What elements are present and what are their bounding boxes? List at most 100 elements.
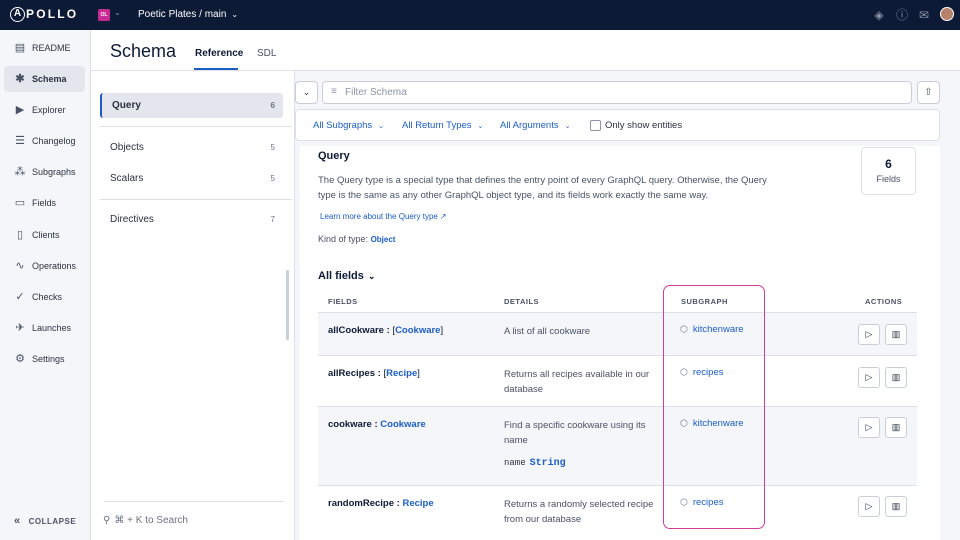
run-in-explorer-button[interactable]: ▷ xyxy=(858,367,880,388)
argument-type-link[interactable]: String xyxy=(530,458,566,469)
sidebar-item-launches[interactable]: ✈ Launches xyxy=(4,315,85,341)
table-row: allCookware : [Cookware] A list of all c… xyxy=(318,312,917,355)
all-fields-toggle[interactable]: All fields ⌄ xyxy=(318,270,375,282)
sidebar-item-explorer[interactable]: ▶ Explorer xyxy=(4,97,85,123)
arguments-dropdown[interactable]: All Arguments ⌄ xyxy=(500,120,571,131)
subgraph-link[interactable]: ⬡ kitchenware xyxy=(680,418,744,429)
chevron-down-icon: ⌄ xyxy=(564,123,571,130)
chevron-down-icon: ⌄ xyxy=(367,271,376,281)
entities-checkbox[interactable] xyxy=(590,120,601,131)
return-types-dropdown[interactable]: All Return Types ⌄ xyxy=(402,120,483,131)
type-count: 5 xyxy=(270,174,275,183)
type-count: 6 xyxy=(270,101,275,110)
run-in-explorer-button[interactable]: ▷ xyxy=(858,417,880,438)
list-close-bracket: ] xyxy=(417,368,420,379)
learn-more-text: Learn more about the Query type xyxy=(320,212,438,221)
share-button[interactable]: ⇧ xyxy=(917,81,940,104)
explorer-icon: ▶ xyxy=(15,104,25,116)
filter-schema-input[interactable] xyxy=(345,85,905,100)
sidebar-item-label: Changelog xyxy=(32,136,76,146)
type-item-directives[interactable]: Directives 7 xyxy=(100,207,283,232)
cube-icon: ⬡ xyxy=(680,497,688,507)
announcement-icon[interactable]: ✉ xyxy=(916,7,932,23)
help-icon[interactable]: ⓘ xyxy=(894,7,910,23)
sidebar-item-label: README xyxy=(32,43,71,53)
field-type-link[interactable]: Recipe xyxy=(402,498,433,509)
fields-count: 6 xyxy=(885,157,892,171)
sidebar-item-changelog[interactable]: ☰ Changelog xyxy=(4,128,85,154)
field-type-link[interactable]: Recipe xyxy=(386,368,417,379)
subgraph-link[interactable]: ⬡ recipes xyxy=(680,367,723,378)
argument: name String xyxy=(504,458,566,469)
run-in-explorer-button[interactable]: ▷ xyxy=(858,324,880,345)
sidebar-item-fields[interactable]: ▭ Fields xyxy=(4,190,85,216)
field-insights-button[interactable]: ▥ xyxy=(885,324,907,345)
field-type-link[interactable]: Cookware xyxy=(380,419,425,430)
subgraphs-dropdown[interactable]: All Subgraphs ⌄ xyxy=(313,120,384,131)
org-chevron-down-icon[interactable]: ⌄ xyxy=(114,8,121,17)
type-item-objects[interactable]: Objects 5 xyxy=(100,135,283,160)
column-header-details: DETAILS xyxy=(504,297,540,306)
filter-icon: ≡ xyxy=(331,86,337,97)
subgraph-link[interactable]: ⬡ kitchenware xyxy=(680,324,744,335)
apollo-logo[interactable]: A POLLO xyxy=(10,7,79,23)
graph-switcher[interactable]: Poetic Plates / main ⌄ xyxy=(138,9,238,20)
type-label: Objects xyxy=(110,142,144,153)
subgraph-name: recipes xyxy=(692,367,724,378)
field-description: Find a specific cookware using its name xyxy=(504,420,646,446)
search-shortcut-hint[interactable]: ⚲ ⌘ + K to Search xyxy=(103,515,192,526)
type-item-scalars[interactable]: Scalars 5 xyxy=(100,166,283,191)
org-badge[interactable]: OL xyxy=(98,9,110,21)
dropdown-label: All Subgraphs xyxy=(313,120,373,131)
column-header-subgraph: SUBGRAPH xyxy=(681,297,728,306)
field-insights-button[interactable]: ▥ xyxy=(885,417,907,438)
apollo-logo-icon: A xyxy=(10,7,25,23)
tab-sdl[interactable]: SDL xyxy=(257,48,276,59)
learn-more-link[interactable]: Learn more about the Query type ↗ xyxy=(318,211,447,222)
kind-of-type: Kind of type: Object xyxy=(318,234,395,244)
type-count: 5 xyxy=(270,143,275,152)
divider xyxy=(100,126,292,127)
schema-icon: ✱ xyxy=(15,73,25,85)
list-close-bracket: ] xyxy=(440,325,444,336)
play-icon: ▷ xyxy=(865,422,873,432)
sidebar-item-checks[interactable]: ✓ Checks xyxy=(4,284,85,310)
chevron-down-icon: ⌄ xyxy=(302,87,311,97)
filter-schema-field[interactable]: ≡ xyxy=(322,81,912,104)
sidebar-item-subgraphs[interactable]: ⁂ Subgraphs xyxy=(4,159,85,185)
sidebar-item-label: Checks xyxy=(32,292,63,302)
table-row: allRecipes : [Recipe] Returns all recipe… xyxy=(318,355,917,406)
insights-icon: ▥ xyxy=(891,372,901,382)
field-description: Returns a randomly selected recipe from … xyxy=(504,499,654,525)
apollo-logo-text: POLLO xyxy=(26,7,79,21)
readme-icon: ▤ xyxy=(14,42,26,54)
collapse-panel-button[interactable]: ⌄ xyxy=(295,81,318,104)
fields-icon: ▭ xyxy=(14,197,26,209)
sidebar-item-readme[interactable]: ▤ README xyxy=(4,35,85,61)
tab-reference[interactable]: Reference xyxy=(195,48,243,59)
learn-icon[interactable]: ◈ xyxy=(871,7,887,23)
page-header: Schema Reference SDL xyxy=(91,30,960,71)
user-avatar[interactable] xyxy=(940,7,954,21)
sidebar-item-label: Clients xyxy=(32,230,60,240)
field-name-text: allCookware xyxy=(328,325,384,336)
all-fields-label: All fields xyxy=(318,270,364,282)
sidebar-item-settings[interactable]: ⚙ Settings xyxy=(4,346,85,372)
field-insights-button[interactable]: ▥ xyxy=(885,496,907,517)
field-type-link[interactable]: Cookware xyxy=(395,325,440,336)
scrollbar-thumb[interactable] xyxy=(286,270,289,340)
collapse-label: COLLAPSE xyxy=(28,517,77,526)
type-item-query[interactable]: Query 6 xyxy=(100,93,283,118)
sidebar-item-operations[interactable]: ∿ Operations xyxy=(4,253,85,279)
collapse-sidebar-button[interactable]: « COLLAPSE xyxy=(14,515,76,527)
field-insights-button[interactable]: ▥ xyxy=(885,367,907,388)
table-row: cookware : Cookware Find a specific cook… xyxy=(318,406,917,485)
subgraph-link[interactable]: ⬡ recipes xyxy=(680,497,723,508)
dropdown-label: All Arguments xyxy=(500,120,559,131)
run-in-explorer-button[interactable]: ▷ xyxy=(858,496,880,517)
subgraph-name: recipes xyxy=(692,497,724,508)
sidebar-item-schema[interactable]: ✱ Schema xyxy=(4,66,85,92)
entities-checkbox-label[interactable]: Only show entities xyxy=(605,120,682,131)
kind-label: Kind of type: xyxy=(318,234,369,244)
sidebar-item-clients[interactable]: ▯ Clients xyxy=(4,222,85,248)
